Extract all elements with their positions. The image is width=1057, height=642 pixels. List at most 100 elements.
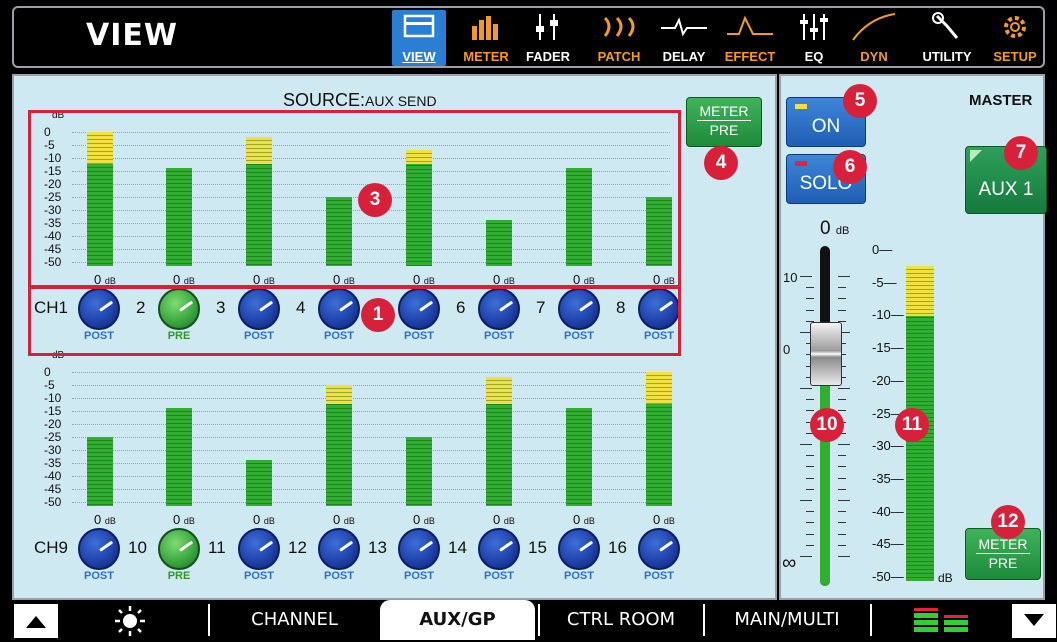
send-level-knob[interactable] bbox=[638, 528, 680, 570]
corner-marker-icon bbox=[970, 150, 982, 162]
source-label: SOURCE:AUX SEND bbox=[283, 90, 437, 110]
db-unit: dB bbox=[583, 516, 595, 526]
send-level-knob[interactable] bbox=[318, 528, 360, 570]
menu-meter[interactable]: METER bbox=[458, 10, 514, 66]
fader-tick bbox=[838, 511, 846, 513]
tab-main-multi[interactable]: MAIN/MULTI bbox=[707, 600, 867, 640]
channel-db-readout: 0 dB bbox=[653, 512, 675, 527]
send-level-knob[interactable] bbox=[558, 528, 600, 570]
knob-pointer bbox=[419, 540, 434, 552]
pre-post-mode[interactable]: POST bbox=[394, 570, 444, 582]
menu-label: EFFECT bbox=[724, 49, 776, 64]
send-level-knob[interactable] bbox=[398, 528, 440, 570]
menu-delay[interactable]: DELAY bbox=[656, 10, 712, 66]
menu-label: PATCH bbox=[597, 49, 641, 64]
menu-label: EQ bbox=[804, 49, 824, 64]
pre-post-mode[interactable]: PRE bbox=[154, 570, 204, 582]
send-level-knob[interactable] bbox=[478, 528, 520, 570]
master-meter-tick-label: -25 bbox=[872, 405, 891, 421]
master-meter-tick-label: -40 bbox=[872, 503, 891, 519]
db-value: 0 bbox=[493, 512, 501, 527]
menu-utility[interactable]: UTILITY bbox=[914, 10, 980, 66]
menu-label: VIEW bbox=[402, 49, 436, 64]
menu-view[interactable]: VIEW bbox=[392, 10, 446, 66]
meter-shortcut-button[interactable] bbox=[910, 606, 976, 636]
channel-label: 16 bbox=[608, 538, 627, 557]
knob-pointer bbox=[579, 540, 594, 552]
fader-handle[interactable] bbox=[810, 322, 842, 386]
tab-aux-gp[interactable]: AUX/GP bbox=[380, 600, 535, 640]
master-meter-tick: -20— bbox=[872, 372, 904, 388]
scale-tick: -50 bbox=[44, 495, 62, 509]
send-level-knob[interactable] bbox=[238, 528, 280, 570]
channel-db-readout: 0 dB bbox=[253, 512, 275, 527]
knob-pointer bbox=[179, 540, 194, 552]
knob-pointer bbox=[259, 540, 274, 552]
mini-meter-icon bbox=[914, 608, 968, 632]
channel-label: 15 bbox=[528, 538, 547, 557]
menu-effect[interactable]: EFFECT bbox=[718, 10, 782, 66]
tab-separator bbox=[538, 604, 540, 636]
fader-tick bbox=[806, 522, 814, 524]
pre-post-mode[interactable]: POST bbox=[474, 570, 524, 582]
master-meter-tick-label: -50 bbox=[872, 569, 891, 584]
fader-tick bbox=[838, 399, 846, 401]
pre-post-mode[interactable]: POST bbox=[234, 570, 284, 582]
menu-setup[interactable]: SETUP bbox=[984, 10, 1046, 66]
channel-label: CH9 bbox=[34, 538, 69, 557]
scale-tick: -30 bbox=[44, 443, 62, 457]
fader-tick bbox=[800, 500, 812, 501]
channel-db-readout: 0 dB bbox=[413, 512, 435, 527]
master-meter-tick-label: -5 bbox=[872, 274, 884, 290]
fader-scale-label: 10 bbox=[783, 270, 798, 285]
master-meter-tick: -10— bbox=[872, 307, 904, 323]
channel-db-readout: 0 dB bbox=[333, 512, 355, 527]
db-unit: dB bbox=[503, 516, 515, 526]
scroll-up-button[interactable] bbox=[14, 604, 58, 638]
db-value: 0 bbox=[173, 512, 181, 527]
scale-tick: -25 bbox=[44, 430, 62, 444]
fader-tick bbox=[838, 500, 850, 501]
badge-11: 11 bbox=[895, 408, 929, 442]
grid-line bbox=[72, 372, 670, 373]
master-meter-tick-label: -45 bbox=[872, 536, 891, 552]
menu-label: DYN bbox=[860, 49, 888, 64]
tab-ctrl-room[interactable]: CTRL ROOM bbox=[542, 600, 700, 640]
master-meter-tick: -35— bbox=[872, 470, 904, 486]
master-meter-tick: -45— bbox=[872, 536, 904, 552]
send-level-knob[interactable] bbox=[158, 528, 200, 570]
menu-patch[interactable]: PATCH bbox=[590, 10, 648, 66]
channel-label: 10 bbox=[128, 538, 147, 557]
brightness-button[interactable] bbox=[112, 604, 148, 638]
tab-channel[interactable]: CHANNEL bbox=[212, 600, 377, 640]
db-value: 0 bbox=[573, 512, 581, 527]
master-meter-tick-label: -10 bbox=[872, 307, 891, 323]
channel-label: 11 bbox=[208, 538, 226, 557]
pre-post-mode[interactable]: POST bbox=[74, 570, 124, 582]
pre-post-mode[interactable]: POST bbox=[554, 570, 604, 582]
badge-4: 4 bbox=[704, 146, 738, 180]
menu-eq[interactable]: EQ bbox=[790, 10, 838, 66]
menu-dyn[interactable]: DYN bbox=[846, 10, 902, 66]
master-meter-tick-label: -35 bbox=[872, 470, 891, 486]
send-level-knob[interactable] bbox=[78, 528, 120, 570]
badge-12: 12 bbox=[991, 505, 1025, 539]
db-value: 0 bbox=[333, 512, 341, 527]
fader-tick bbox=[806, 455, 814, 457]
solo-indicator bbox=[795, 161, 807, 166]
menu-label: UTILITY bbox=[922, 49, 972, 64]
pre-post-mode[interactable]: POST bbox=[314, 570, 364, 582]
menu-label: FADER bbox=[525, 49, 571, 64]
menu-fader[interactable]: FADER bbox=[520, 10, 576, 66]
menu-label: DELAY bbox=[662, 49, 706, 64]
master-meter-pre-bottom-label: PRE bbox=[988, 555, 1018, 571]
pre-post-mode[interactable]: POST bbox=[634, 570, 684, 582]
fader-tick bbox=[838, 466, 846, 468]
channel-db-readout: 0 dB bbox=[94, 512, 116, 527]
channel-label: 13 bbox=[368, 538, 387, 557]
scroll-down-button[interactable] bbox=[1012, 604, 1056, 638]
db-unit: dB bbox=[663, 516, 675, 526]
meter-pre-button[interactable]: METER PRE bbox=[686, 97, 762, 147]
fader-tick bbox=[806, 533, 814, 535]
master-meter-tick-label: -20 bbox=[872, 372, 891, 388]
